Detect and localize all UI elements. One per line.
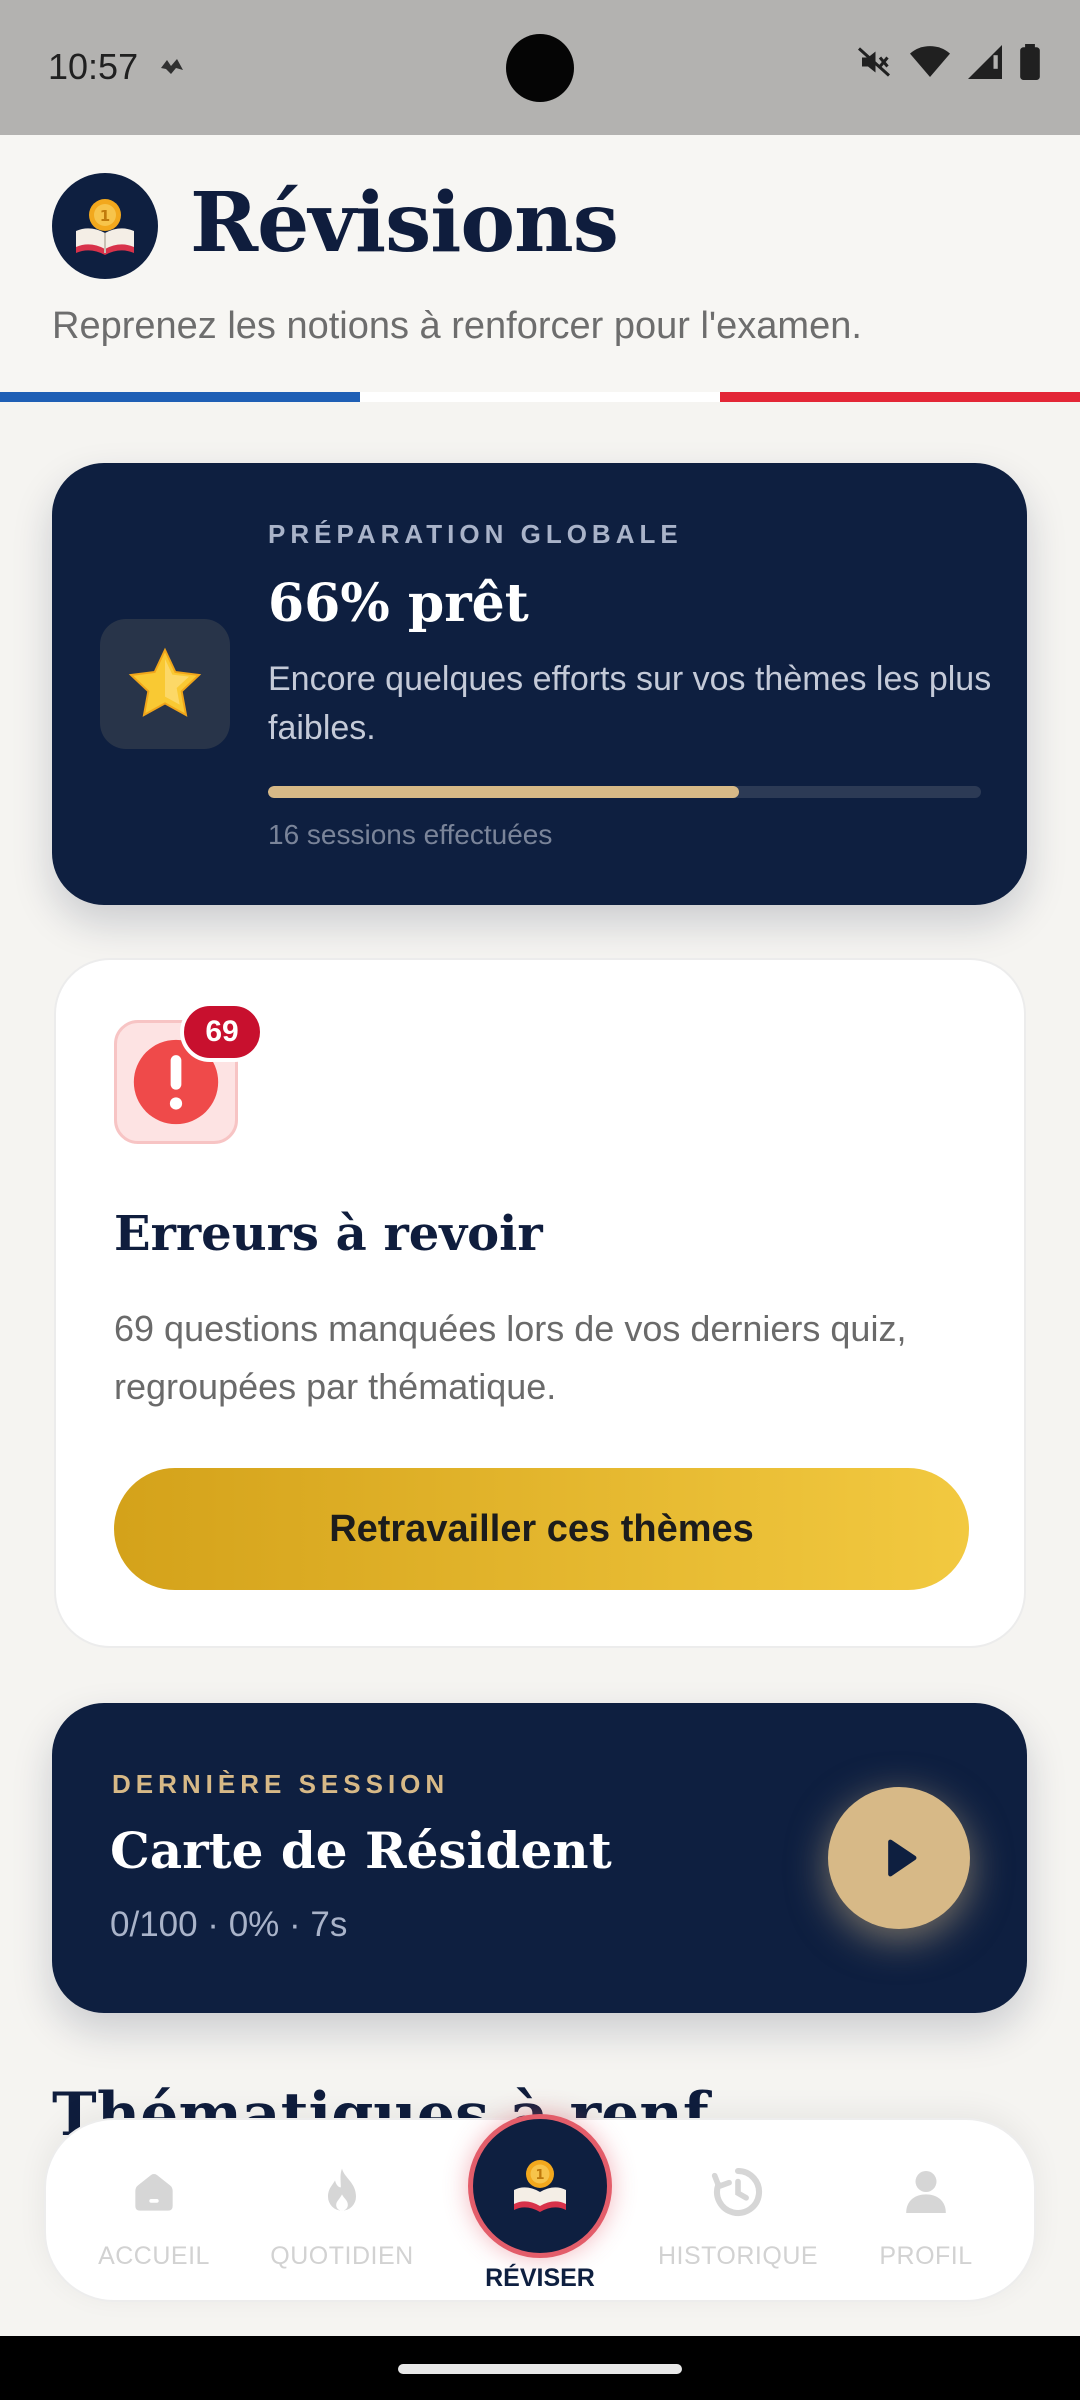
nav-item-accueil[interactable]: ACCUEIL (64, 2164, 244, 2271)
person-icon (906, 2171, 946, 2213)
preparation-card[interactable]: PRÉPARATION GLOBALE 66% prêt Encore quel… (52, 463, 1027, 905)
flag-white-stripe (360, 392, 720, 402)
preparation-progress-bar (268, 786, 981, 798)
notification-icon (161, 59, 183, 74)
page-title: Révisions (190, 175, 619, 271)
svg-text:1: 1 (535, 2168, 544, 2183)
flag-divider (0, 392, 1080, 402)
errors-card: 69 Erreurs à revoir 69 questions manquée… (54, 958, 1026, 1648)
book-medal-icon: 1 (514, 2160, 566, 2212)
retry-themes-button[interactable]: Retravailler ces thèmes (114, 1468, 969, 1590)
home-icon (135, 2174, 173, 2211)
page-header: 1 Révisions Reprenez les notions à renfo… (0, 135, 1080, 402)
gesture-handle[interactable] (398, 2364, 682, 2374)
status-icons (856, 44, 1040, 80)
errors-description: 69 questions manquées lors de vos dernie… (114, 1308, 907, 1407)
last-session-title: Carte de Résident (110, 1821, 612, 1880)
flame-icon (328, 2168, 356, 2211)
nav-item-historique[interactable]: HISTORIQUE (648, 2164, 828, 2271)
status-bar: 10:57 (0, 0, 1080, 135)
nav-label-profil: PROFIL (879, 2242, 973, 2270)
preparation-progress-fill (268, 786, 739, 798)
error-count-badge: 69 (180, 1002, 264, 1062)
nav-label-reviser: RÉVISER (485, 2264, 595, 2292)
sessions-count: 16 sessions effectuées (268, 819, 553, 850)
errors-title: Erreurs à revoir (114, 1206, 543, 1262)
book-medal-icon: 1 (52, 173, 158, 279)
preparation-value: 66% prêt (268, 573, 529, 634)
svg-text:1: 1 (100, 207, 110, 225)
camera-cutout (506, 34, 574, 102)
play-icon (888, 1839, 917, 1877)
bottom-navigation: ACCUEIL QUOTIDIEN 1 RÉVISER HISTORIQUE P… (44, 2114, 1036, 2302)
preparation-label: PRÉPARATION GLOBALE (268, 519, 683, 549)
nav-item-reviser[interactable]: 1 (468, 2114, 612, 2258)
last-session-label: DERNIÈRE SESSION (112, 1769, 450, 1799)
history-icon (711, 2167, 763, 2216)
nav-item-profil[interactable]: PROFIL (836, 2164, 1016, 2271)
last-session-card[interactable]: DERNIÈRE SESSION Carte de Résident 0/100… (52, 1703, 1027, 2013)
star-icon (100, 619, 230, 749)
nav-label-historique: HISTORIQUE (657, 2242, 819, 2270)
wifi-icon (910, 46, 950, 77)
flag-blue-stripe (0, 392, 360, 402)
nav-label-quotidien: QUOTIDIEN (270, 2242, 414, 2270)
battery-icon (1020, 44, 1040, 80)
nav-label-accueil: ACCUEIL (98, 2242, 210, 2270)
signal-icon (968, 45, 1002, 79)
flag-red-stripe (720, 392, 1080, 402)
status-time: 10:57 (48, 46, 139, 87)
last-session-meta: 0/100 · 0% · 7s (110, 1905, 348, 1944)
resume-session-button[interactable] (828, 1787, 970, 1929)
preparation-description: Encore quelques efforts sur vos thèmes l… (268, 660, 992, 747)
nav-item-quotidien[interactable]: QUOTIDIEN (252, 2164, 432, 2271)
page-subtitle: Reprenez les notions à renforcer pour l'… (52, 305, 862, 347)
mute-icon (857, 47, 891, 77)
